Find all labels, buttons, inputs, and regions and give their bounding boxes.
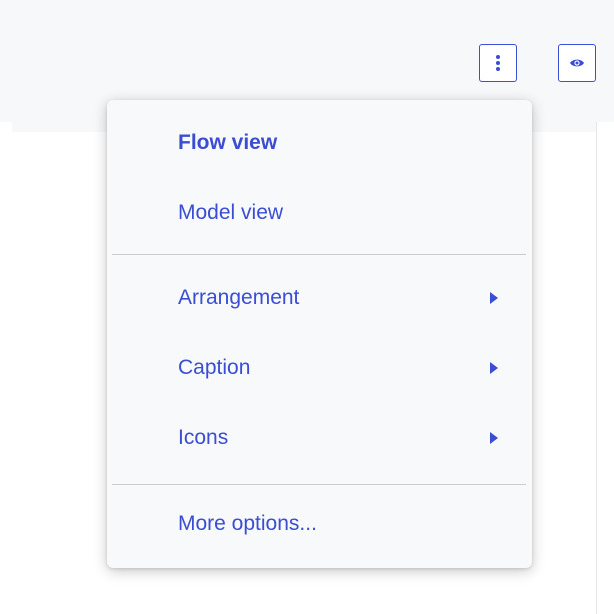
menu-item-caption[interactable]: Caption xyxy=(107,339,532,397)
menu-item-label: Caption xyxy=(178,356,251,379)
view-options-menu: Flow view Model view Arrangement Caption… xyxy=(107,100,532,568)
caret-right-icon xyxy=(490,362,498,374)
menu-item-label: Arrangement xyxy=(178,286,300,309)
eye-icon xyxy=(570,59,584,67)
menu-divider xyxy=(112,254,526,255)
menu-item-arrangement[interactable]: Arrangement xyxy=(107,269,532,327)
menu-item-icons[interactable]: Icons xyxy=(107,409,532,467)
caret-right-icon xyxy=(490,292,498,304)
menu-item-more-options[interactable]: More options... xyxy=(107,495,532,553)
caret-right-icon xyxy=(490,432,498,444)
view-toggle-button[interactable] xyxy=(558,44,596,82)
menu-item-label: More options... xyxy=(178,512,317,535)
vertical-ellipsis-icon xyxy=(496,55,500,71)
menu-item-flow-view[interactable]: Flow view xyxy=(107,114,532,172)
menu-item-label: Icons xyxy=(178,426,229,449)
more-actions-button[interactable] xyxy=(479,44,517,82)
menu-item-label: Flow view xyxy=(178,131,278,154)
menu-item-label: Model view xyxy=(178,201,284,224)
menu-item-model-view[interactable]: Model view xyxy=(107,184,532,242)
menu-divider xyxy=(112,484,526,485)
